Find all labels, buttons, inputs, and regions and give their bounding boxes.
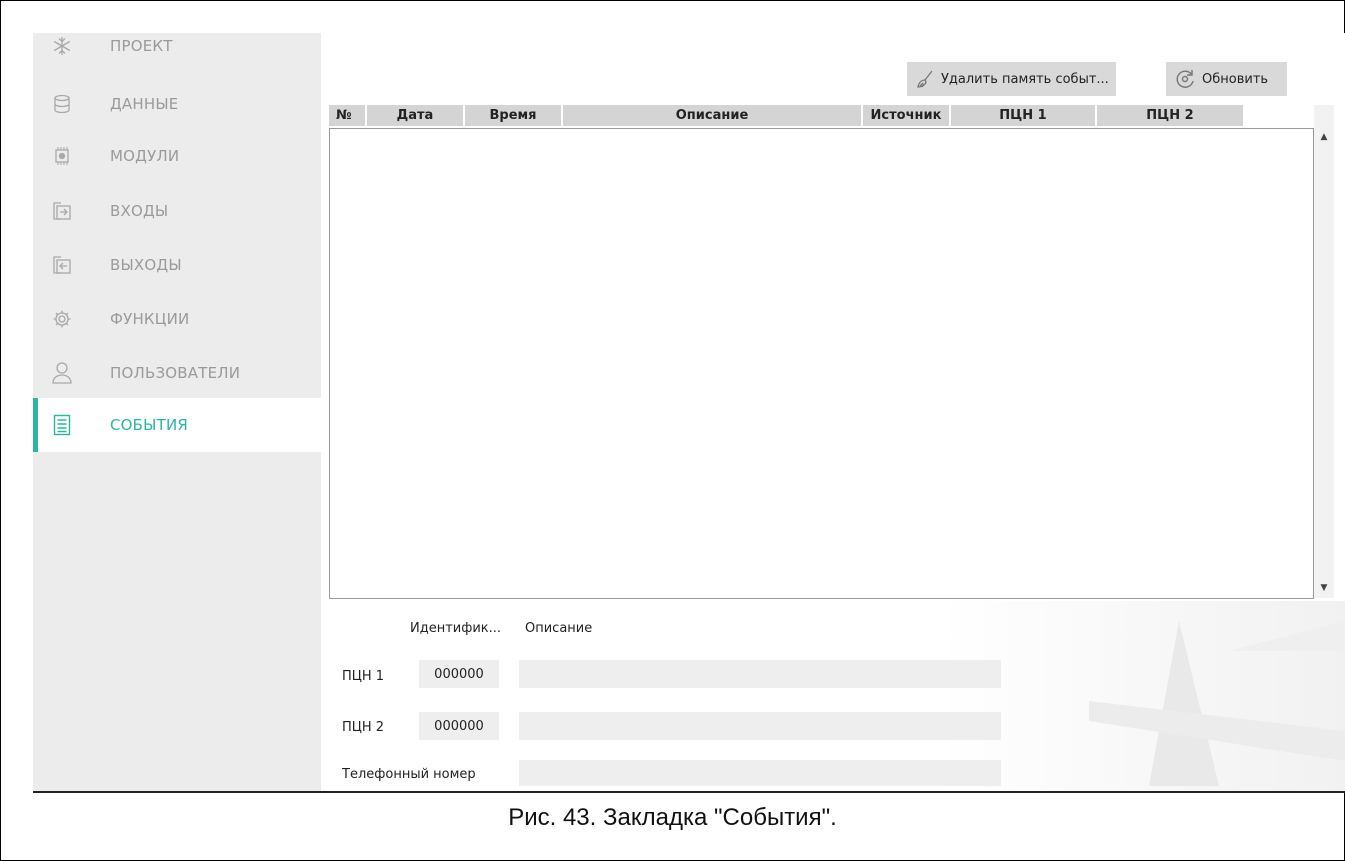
input-icon xyxy=(51,200,73,222)
sidebar-item-label: ДАННЫЕ xyxy=(110,95,179,113)
events-table-body[interactable] xyxy=(329,128,1314,599)
app-window: ПРОЕКТ ДАННЫЕ МОДУЛИ ВХОДЫ ВЫХОДЫ ФУНКЦИ… xyxy=(33,33,1345,793)
refresh-button[interactable]: Обновить xyxy=(1166,62,1287,96)
chip-icon xyxy=(51,145,73,167)
sidebar-item-label: МОДУЛИ xyxy=(110,147,180,165)
decorative-background-star xyxy=(1089,621,1345,786)
pcn2-description-field[interactable] xyxy=(519,712,1001,740)
pcn1-label: ПЦН 1 xyxy=(342,669,385,684)
document-icon xyxy=(51,414,73,436)
sidebar-item-data[interactable]: ДАННЫЕ xyxy=(33,77,321,131)
sidebar-item-label: ВЫХОДЫ xyxy=(110,256,182,274)
sidebar-item-project[interactable]: ПРОЕКТ xyxy=(33,33,321,73)
delete-events-label: Удалить память событ... xyxy=(941,71,1109,87)
sidebar-item-users[interactable]: ПОЛЬЗОВАТЕЛИ xyxy=(33,346,321,400)
pcn1-description-field[interactable] xyxy=(519,660,1001,688)
pcn1-id-field[interactable]: 000000 xyxy=(419,660,499,688)
sidebar-item-label: ФУНКЦИИ xyxy=(110,310,190,328)
refresh-label: Обновить xyxy=(1202,71,1269,87)
column-header-number[interactable]: № xyxy=(329,105,367,126)
column-header-source[interactable]: Источник xyxy=(863,105,951,126)
column-header-time[interactable]: Время xyxy=(465,105,563,126)
id-column-header: Идентифик... xyxy=(410,621,502,636)
sidebar-item-label: ПРОЕКТ xyxy=(110,37,173,55)
phone-number-field[interactable] xyxy=(519,760,1001,786)
phone-number-label: Телефонный номер xyxy=(342,767,476,782)
delete-events-button[interactable]: Удалить память событ... xyxy=(907,62,1116,96)
figure-caption: Рис. 43. Закладка "События". xyxy=(508,804,837,831)
column-header-description[interactable]: Описание xyxy=(563,105,863,126)
pcn2-id-field[interactable]: 000000 xyxy=(419,712,499,740)
sidebar-item-outputs[interactable]: ВЫХОДЫ xyxy=(33,238,321,292)
column-header-pcn2[interactable]: ПЦН 2 xyxy=(1097,105,1243,126)
events-table-scrollbar[interactable]: ▲ ▼ xyxy=(1314,105,1334,598)
events-table-header: № Дата Время Описание Источник ПЦН 1 ПЦН… xyxy=(329,105,1313,126)
column-header-pcn1[interactable]: ПЦН 1 xyxy=(951,105,1097,126)
description-column-header: Описание xyxy=(525,621,593,636)
sidebar: ПРОЕКТ ДАННЫЕ МОДУЛИ ВХОДЫ ВЫХОДЫ ФУНКЦИ… xyxy=(33,33,321,791)
column-header-date[interactable]: Дата xyxy=(367,105,465,126)
sidebar-item-inputs[interactable]: ВХОДЫ xyxy=(33,184,321,238)
user-icon xyxy=(51,362,73,384)
database-icon xyxy=(51,93,73,115)
sidebar-item-label: ВХОДЫ xyxy=(110,202,169,220)
scroll-down-arrow-icon[interactable]: ▼ xyxy=(1314,578,1334,598)
broom-icon xyxy=(915,69,935,89)
sidebar-item-events[interactable]: СОБЫТИЯ xyxy=(33,398,321,452)
sidebar-item-modules[interactable]: МОДУЛИ xyxy=(33,129,321,183)
pcn2-label: ПЦН 2 xyxy=(342,720,385,735)
gear-icon xyxy=(51,308,73,330)
output-icon xyxy=(51,254,73,276)
sidebar-item-label: СОБЫТИЯ xyxy=(110,416,189,434)
scroll-up-arrow-icon[interactable]: ▲ xyxy=(1314,127,1334,147)
snowflake-icon xyxy=(51,35,73,57)
refresh-icon xyxy=(1174,68,1196,90)
sidebar-item-label: ПОЛЬЗОВАТЕЛИ xyxy=(110,364,241,382)
sidebar-item-functions[interactable]: ФУНКЦИИ xyxy=(33,292,321,346)
